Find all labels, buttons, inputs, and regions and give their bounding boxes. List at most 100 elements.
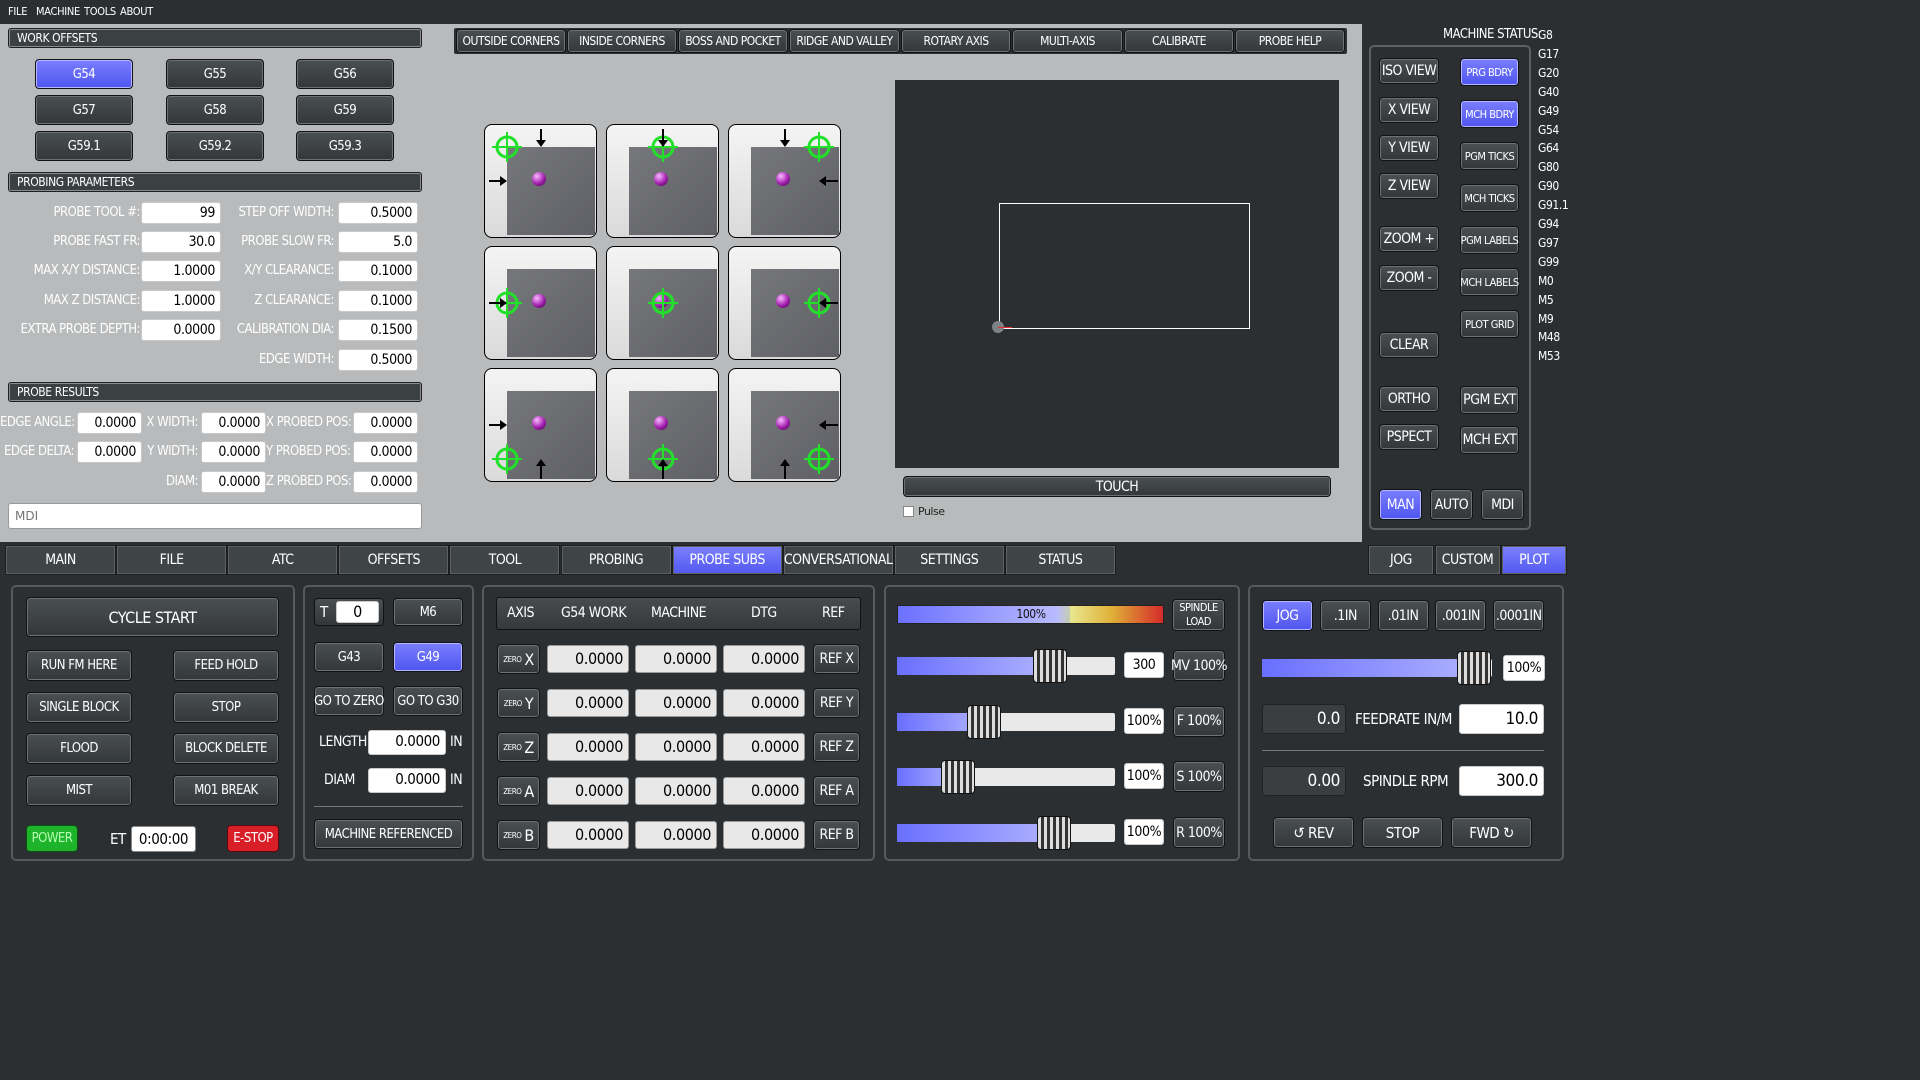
jog-step-1in-button[interactable]: .1IN [1319, 600, 1371, 631]
m6-button[interactable]: M6 [393, 598, 463, 626]
toggle-mch-labels-button[interactable]: MCH LABELS [1460, 268, 1519, 296]
offset-g59-3-button[interactable]: G59.3 [296, 131, 394, 161]
ref-x-button[interactable]: REF X [813, 644, 860, 674]
toggle-mch-ext-button[interactable]: MCH EXT [1460, 426, 1519, 454]
e-stop-button[interactable]: E-STOP [227, 825, 279, 852]
zero-a-button[interactable]: ZERO A [497, 776, 540, 806]
zero-b-button[interactable]: ZERO B [497, 820, 540, 850]
view-iso-viewbutton[interactable]: ISO VIEW [1379, 58, 1439, 84]
z-clearance-field[interactable]: 0.1000 [338, 290, 418, 312]
tab-file[interactable]: FILE [116, 545, 228, 575]
tab-probe-subs[interactable]: PROBE SUBS [671, 545, 783, 575]
toggle-plot-grid-button[interactable]: PLOT GRID [1460, 310, 1519, 338]
mode-auto-button[interactable]: AUTO [1430, 489, 1473, 520]
tab-inside-corners[interactable]: INSIDE CORNERS [567, 29, 677, 53]
view-x-viewbutton[interactable]: X VIEW [1379, 97, 1439, 123]
view-y-viewbutton[interactable]: Y VIEW [1379, 135, 1439, 161]
stop-button[interactable]: STOP [173, 692, 279, 723]
feed-override-handle[interactable] [967, 704, 1002, 739]
go-to-g30-button[interactable]: GO TO G30 [393, 686, 463, 716]
feed-hold-button[interactable]: FEED HOLD [173, 650, 279, 681]
zero-x-button[interactable]: ZERO X [497, 644, 540, 674]
view-clearbutton[interactable]: CLEAR [1379, 332, 1439, 358]
power-button[interactable]: POWER [26, 825, 78, 852]
probe-bottom-button[interactable] [606, 368, 719, 482]
machine-referenced-button[interactable]: MACHINE REFERENCED [314, 819, 463, 849]
step-off-width-field[interactable]: 0.5000 [338, 202, 418, 224]
spindle-override-handle[interactable] [941, 760, 976, 795]
probe-top-button[interactable] [606, 124, 719, 238]
offset-g55-button[interactable]: G55 [166, 59, 264, 89]
xy-clearance-field[interactable]: 0.1000 [338, 260, 418, 282]
tab-probe-help[interactable]: PROBE HELP [1235, 29, 1345, 53]
jog-step-jog-button[interactable]: JOG [1262, 600, 1313, 631]
tab-jog[interactable]: JOG [1368, 545, 1434, 575]
ref-b-button[interactable]: REF B [813, 820, 860, 850]
menu-file[interactable]: FILE [8, 5, 27, 18]
tab-atc[interactable]: ATC [227, 545, 339, 575]
view-orthobutton[interactable]: ORTHO [1379, 386, 1439, 412]
cycle-start-button[interactable]: CYCLE START [26, 597, 279, 637]
menu-about[interactable]: ABOUT [120, 5, 153, 18]
jog-rate-slider[interactable] [1262, 651, 1492, 685]
offset-g56-button[interactable]: G56 [296, 59, 394, 89]
tab-status[interactable]: STATUS [1004, 545, 1116, 575]
max-velocity-override-reset-button[interactable]: MV 100% [1171, 650, 1228, 681]
probe-top-right-button[interactable] [728, 124, 841, 238]
rapid-override-reset-button[interactable]: R 100% [1173, 817, 1225, 849]
jog-step-01in-button[interactable]: .01IN [1377, 600, 1429, 631]
calibration-dia-field[interactable]: 0.1500 [338, 319, 418, 341]
ref-y-button[interactable]: REF Y [813, 688, 860, 718]
offset-g54-button[interactable]: G54 [35, 59, 133, 89]
probe-bottom-right-button[interactable] [728, 368, 841, 482]
run-from-here-button[interactable]: RUN FM HERE [26, 650, 132, 681]
tab-outside-corners[interactable]: OUTSIDE CORNERS [456, 29, 566, 53]
offset-g59-1-button[interactable]: G59.1 [35, 131, 133, 161]
toggle-mch-bdry-button[interactable]: MCH BDRY [1460, 100, 1519, 128]
tab-custom[interactable]: CUSTOM [1434, 545, 1501, 575]
pulse-checkbox[interactable] [903, 506, 914, 517]
edge-width-field[interactable]: 0.5000 [338, 349, 418, 371]
single-block-button[interactable]: SINGLE BLOCK [26, 692, 132, 723]
tab-rotary-axis[interactable]: ROTARY AXIS [901, 29, 1011, 53]
menu-machine[interactable]: MACHINE [36, 5, 80, 18]
g43-button[interactable]: G43 [314, 642, 384, 672]
tab-plot[interactable]: PLOT [1501, 545, 1567, 575]
flood-button[interactable]: FLOOD [26, 733, 132, 764]
tab-multi-axis[interactable]: MULTI-AXIS [1012, 29, 1123, 53]
view-pspectbutton[interactable]: PSPECT [1379, 424, 1439, 450]
feedrate-set-field[interactable]: 10.0 [1459, 704, 1544, 734]
tab-main[interactable]: MAIN [5, 545, 116, 575]
mist-button[interactable]: MIST [26, 775, 132, 806]
probe-right-button[interactable] [728, 246, 841, 360]
tab-settings[interactable]: SETTINGS [893, 545, 1005, 575]
m01-break-button[interactable]: M01 BREAK [173, 775, 279, 806]
toggle-mch-ticks-button[interactable]: MCH TICKS [1460, 184, 1519, 212]
go-to-zero-button[interactable]: GO TO ZERO [314, 686, 384, 716]
view-zoom-button[interactable]: ZOOM - [1379, 265, 1439, 291]
tab-offsets[interactable]: OFFSETS [338, 545, 450, 575]
mdi-input[interactable] [8, 503, 422, 529]
offset-g58-button[interactable]: G58 [166, 95, 264, 125]
tab-tool[interactable]: TOOL [449, 545, 561, 575]
tab-calibrate[interactable]: CALIBRATE [1124, 29, 1234, 53]
spindle-rev-button[interactable]: ↺ REV [1273, 817, 1354, 848]
tab-conversational[interactable]: CONVERSATIONAL [782, 545, 894, 575]
rapid-override-handle[interactable] [1036, 816, 1071, 851]
probe-center-button[interactable] [606, 246, 719, 360]
toggle-pgm-labels-button[interactable]: PGM LABELS [1460, 226, 1519, 254]
block-delete-button[interactable]: BLOCK DELETE [173, 733, 279, 764]
view-z-viewbutton[interactable]: Z VIEW [1379, 173, 1439, 199]
zero-y-button[interactable]: ZERO Y [497, 688, 540, 718]
touch-button[interactable]: TOUCH [903, 476, 1331, 497]
ref-a-button[interactable]: REF A [813, 776, 860, 806]
tab-probing[interactable]: PROBING [560, 545, 672, 575]
feed-override-reset-button[interactable]: F 100% [1173, 705, 1225, 737]
feed-override-slider[interactable] [897, 704, 1115, 739]
view-zoom-button[interactable]: ZOOM + [1379, 226, 1439, 252]
offset-g59-2-button[interactable]: G59.2 [166, 131, 264, 161]
toggle-pgm-ticks-button[interactable]: PGM TICKS [1460, 142, 1519, 170]
tab-ridge-and-valley[interactable]: RIDGE AND VALLEY [789, 29, 900, 53]
toggle-pgm-ext-button[interactable]: PGM EXT [1460, 386, 1519, 414]
max-velocity-override-handle[interactable] [1032, 649, 1067, 683]
